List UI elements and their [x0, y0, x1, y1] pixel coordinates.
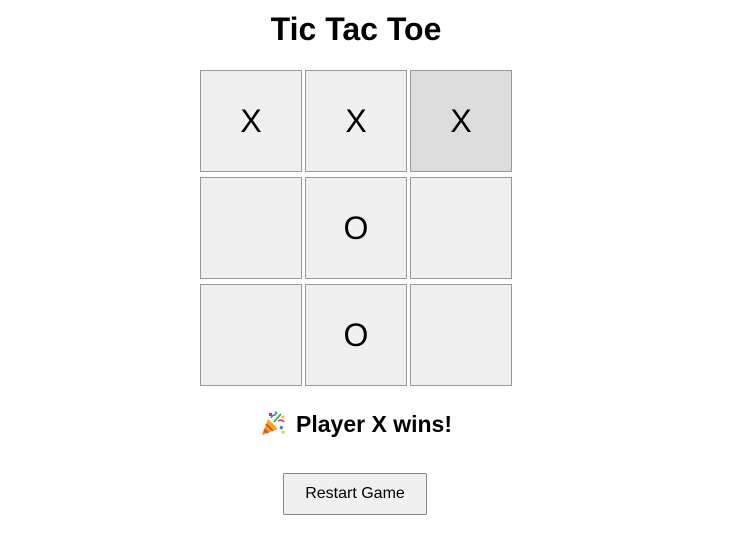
board-cell-4[interactable]: O [305, 177, 407, 279]
board-cell-1[interactable]: X [305, 70, 407, 172]
board-cell-8[interactable] [410, 284, 512, 386]
game-board: X X X O O [200, 70, 512, 386]
board-cell-3[interactable] [200, 177, 302, 279]
board-cell-0[interactable]: X [200, 70, 302, 172]
board-cell-7[interactable]: O [305, 284, 407, 386]
board-cell-6[interactable] [200, 284, 302, 386]
party-popper-icon [260, 411, 286, 437]
page-title: Tic Tac Toe [270, 11, 442, 47]
restart-button[interactable]: Restart Game [283, 473, 427, 515]
status-text: Player X wins! [296, 411, 452, 437]
game-page: Tic Tac Toe X X X O O Player X wins! Res… [0, 0, 737, 535]
board-cell-5[interactable] [410, 177, 512, 279]
board-cell-2[interactable]: X [410, 70, 512, 172]
game-status: Player X wins! [0, 409, 712, 439]
